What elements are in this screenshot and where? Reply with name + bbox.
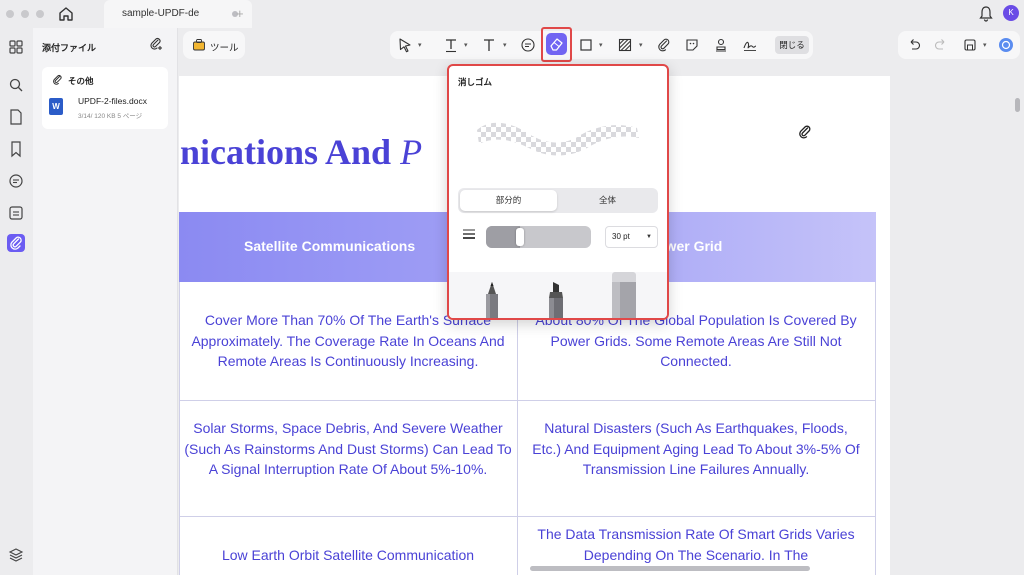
horizontal-scrollbar[interactable] [530,566,810,571]
stamp-icon[interactable] [713,37,729,53]
line-width-icon [463,229,475,239]
window-zoom-button[interactable] [36,10,44,18]
window-close-button[interactable] [6,10,14,18]
size-value: 30 pt [612,232,630,241]
chevron-down-icon[interactable]: ▾ [464,41,468,49]
ai-assistant-icon[interactable] [998,37,1014,53]
attachment-file-name[interactable]: UPDF-2-files.docx [78,96,147,106]
table-cell: Solar Storms, Space Debris, And Severe W… [184,420,512,477]
chevron-down-icon[interactable]: ▾ [418,41,422,49]
bookmark-icon[interactable] [7,140,25,158]
heading-text: nications And [180,132,401,172]
home-icon[interactable] [57,5,75,23]
signature-icon[interactable] [742,37,758,53]
tab-title: sample-UPDF-de [122,8,200,19]
attachment-annotation-icon[interactable] [797,124,813,140]
eraser-icon [550,38,563,51]
comment-bubble-icon[interactable] [520,37,536,53]
chevron-down-icon[interactable]: ▾ [503,41,507,49]
heading-italic-text: P [400,132,423,172]
redo-icon[interactable] [933,37,949,53]
form-icon[interactable] [7,204,25,222]
window-minimize-button[interactable] [21,10,29,18]
chevron-down-icon: ▼ [646,234,652,240]
table-row: Solar Storms, Space Debris, And Severe W… [179,401,876,517]
whole-mode-button[interactable]: 全体 [559,190,656,211]
eraser-tool-button[interactable] [546,33,567,55]
title-bar: sample-UPDF-de + K [0,0,1024,28]
layers-icon[interactable] [7,546,25,564]
eraser-preview [477,122,639,156]
attachment-rail-button[interactable] [7,234,25,252]
avatar[interactable]: K [1003,5,1019,21]
attachment-icon [10,236,22,250]
table-cell: The Data Transmission Rate Of Smart Grid… [537,526,855,563]
marker-tool-icon[interactable] [541,280,571,320]
area-highlight-icon[interactable] [617,37,633,53]
new-tab-button[interactable]: + [236,6,244,21]
add-attachment-icon[interactable] [149,37,163,51]
popup-title: 消しゴム [458,77,493,87]
eraser-tools-tray [449,272,667,320]
bell-icon[interactable] [978,5,994,23]
vertical-scrollbar[interactable] [1015,98,1020,112]
chevron-down-icon[interactable]: ▾ [599,41,603,49]
rectangle-shape-icon[interactable] [578,37,594,53]
undo-icon[interactable] [906,37,922,53]
comment-icon[interactable] [7,172,25,190]
attach-file-icon[interactable] [656,37,672,53]
attachment-group-label: その他 [68,76,94,86]
eraser-tool-icon[interactable] [609,272,639,320]
chevron-down-icon[interactable]: ▾ [639,41,643,49]
eraser-size-select[interactable]: 30 pt ▼ [605,226,658,248]
text-box-icon[interactable] [481,37,497,53]
slider-handle[interactable] [516,228,524,246]
attachment-file-meta: 3/14/ 120 KB 5 ページ [78,113,143,120]
toolbox-icon [193,39,205,51]
pen-tool-icon[interactable] [477,280,507,320]
tool-menu-label: ツール [210,43,239,54]
chevron-down-icon[interactable]: ▾ [983,41,987,49]
attachments-panel: 添付ファイル その他 W UPDF-2-files.docx 3/14/ 120… [33,28,178,575]
eraser-settings-popup: 消しゴム 部分的 全体 30 pt ▼ [447,64,669,320]
table-cell: Natural Disasters (Such As Earthquakes, … [532,420,860,477]
table-cell: Low Earth Orbit Satellite Communication [221,547,475,563]
eraser-size-slider[interactable] [486,226,591,248]
attachment-group-card[interactable]: その他 W UPDF-2-files.docx 3/14/ 120 KB 5 ペ… [42,67,168,129]
paperclip-icon [53,75,62,85]
text-highlight-icon[interactable] [443,37,459,53]
pages-icon[interactable] [7,108,25,126]
grid-icon[interactable] [7,38,25,56]
sticker-icon[interactable] [684,37,700,53]
header-satellite: Satellite Communications [244,238,416,254]
close-annotation-button[interactable]: 閉じる [775,36,809,54]
save-icon[interactable] [962,37,978,53]
slider-fill [486,226,520,248]
document-heading: nications And P [180,131,422,173]
partial-mode-button[interactable]: 部分的 [460,190,557,211]
select-cursor-icon[interactable] [397,37,413,53]
word-file-icon: W [49,98,63,115]
eraser-mode-toggle: 部分的 全体 [458,188,658,213]
search-icon[interactable] [7,76,25,94]
left-rail [0,28,33,575]
panel-title: 添付ファイル [42,43,97,53]
document-tab[interactable]: sample-UPDF-de [104,0,252,28]
